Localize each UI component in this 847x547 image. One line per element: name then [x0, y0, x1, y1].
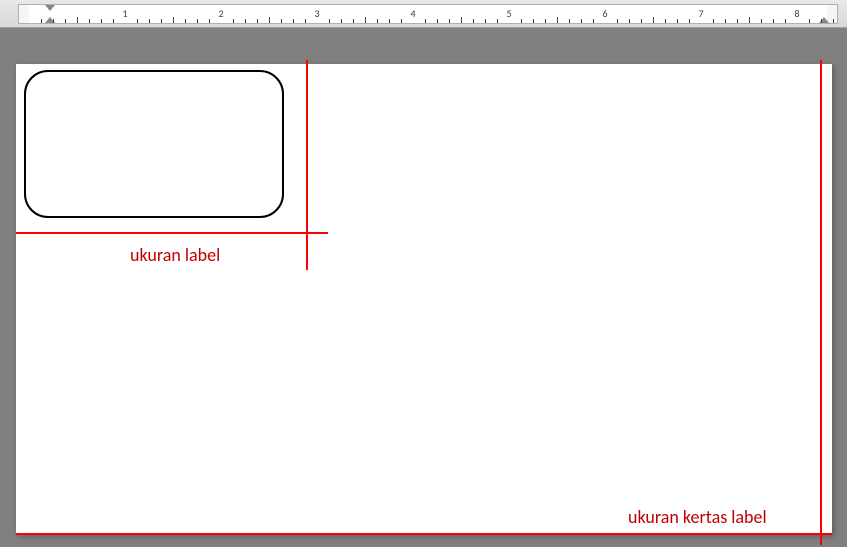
ruler-tick — [533, 19, 534, 23]
ruler-tick — [101, 19, 102, 23]
ruler-tick — [401, 19, 402, 23]
ruler-tick — [281, 19, 282, 23]
ruler-tick — [161, 19, 162, 23]
ruler-tick — [365, 17, 366, 23]
ruler-tick — [377, 19, 378, 23]
ruler-tick — [497, 19, 498, 23]
ruler-tick — [557, 17, 558, 23]
ruler-tick — [341, 19, 342, 23]
annotation-paper-size: ukuran kertas label — [628, 506, 767, 528]
ruler-tick — [257, 19, 258, 23]
ruler-tick — [653, 17, 654, 23]
ruler-tick — [665, 19, 666, 23]
ruler-tick — [569, 19, 570, 23]
annotation-line-horizontal-paper — [16, 533, 832, 535]
ruler-tick — [209, 19, 210, 23]
ruler-tick — [677, 19, 678, 23]
label-rounded-rectangle[interactable] — [24, 70, 284, 218]
ruler-tick — [389, 19, 390, 23]
ruler-tick — [353, 19, 354, 23]
ruler-tick — [65, 19, 66, 23]
annotation-line-vertical-paper — [820, 60, 822, 545]
ruler-tick — [449, 19, 450, 23]
ruler-tick — [245, 19, 246, 23]
ruler-number: 2 — [218, 7, 223, 20]
ruler-tick — [77, 17, 78, 23]
ruler-tick — [761, 19, 762, 23]
ruler-tick — [113, 19, 114, 23]
ruler-tick — [689, 19, 690, 23]
ruler-tick — [185, 19, 186, 23]
ruler-tick — [269, 17, 270, 23]
ruler-tick — [197, 19, 198, 23]
ruler-tick — [641, 19, 642, 23]
ruler-tick — [425, 19, 426, 23]
ruler-number: 1 — [122, 7, 127, 20]
ruler-tick — [629, 19, 630, 23]
ruler-tick — [821, 19, 822, 23]
ruler-tick — [329, 19, 330, 23]
annotation-line-vertical-label — [306, 60, 308, 270]
ruler-tick — [485, 19, 486, 23]
ruler-tick — [461, 17, 462, 23]
ruler-number: 6 — [602, 7, 607, 20]
ruler-tick — [725, 19, 726, 23]
ruler-track: 1 2 3 4 5 6 7 8 — [18, 4, 838, 24]
ruler-tick — [737, 19, 738, 23]
ruler-tick — [233, 19, 234, 23]
ruler-tick — [809, 19, 810, 23]
ruler-number: 8 — [794, 7, 799, 20]
horizontal-ruler[interactable]: 1 2 3 4 5 6 7 8 — [0, 0, 847, 28]
ruler-tick — [53, 19, 54, 23]
ruler-tick — [581, 19, 582, 23]
ruler-tick — [833, 19, 834, 23]
ruler-tick — [473, 19, 474, 23]
ruler-tick — [773, 19, 774, 23]
ruler-tick — [785, 19, 786, 23]
ruler-tick — [749, 17, 750, 23]
ruler-tick — [173, 17, 174, 23]
document-page[interactable] — [16, 64, 832, 534]
annotation-line-horizontal-label — [16, 232, 328, 234]
annotation-label-size: ukuran label — [130, 244, 220, 266]
ruler-tick — [137, 19, 138, 23]
ruler-tick — [713, 19, 714, 23]
ruler-tick — [521, 19, 522, 23]
ruler-number: 7 — [698, 7, 703, 20]
ruler-tick — [593, 19, 594, 23]
ruler-number: 4 — [410, 7, 415, 20]
first-line-indent-marker[interactable] — [45, 5, 55, 11]
ruler-tick — [545, 19, 546, 23]
ruler-number: 5 — [506, 7, 511, 20]
ruler-tick — [437, 19, 438, 23]
ruler-number: 3 — [314, 7, 319, 20]
ruler-tick — [149, 19, 150, 23]
ruler-tick — [89, 19, 90, 23]
ruler-tick — [305, 19, 306, 23]
ruler-tick — [617, 19, 618, 23]
ruler-tick — [293, 19, 294, 23]
ruler-tick — [41, 19, 42, 23]
